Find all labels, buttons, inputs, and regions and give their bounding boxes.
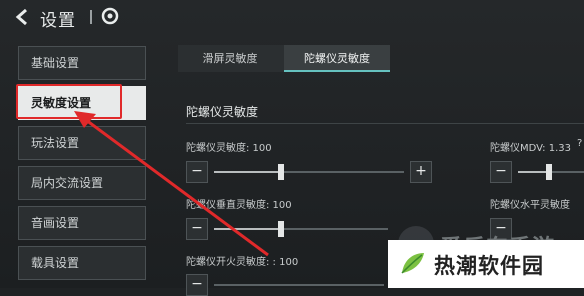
- settings-icon[interactable]: [101, 7, 119, 25]
- tab-gyro-sensitivity[interactable]: 陀螺仪灵敏度: [284, 45, 390, 72]
- gyro-fire-minus-button[interactable]: −: [186, 274, 208, 296]
- gyro-slider-thumb[interactable]: [278, 164, 284, 180]
- gyro-vertical-minus-button[interactable]: −: [186, 218, 208, 240]
- watermark-text: 热潮软件园: [434, 254, 544, 278]
- gyro-vertical-label: 陀螺仪垂直灵敏度: 100: [186, 200, 292, 211]
- gyro-vertical-slider-thumb[interactable]: [278, 221, 284, 237]
- gyro-slider-fill: [214, 171, 280, 173]
- sidebar-item-communication[interactable]: 局内交流设置: [18, 166, 146, 200]
- header-divider: [90, 10, 92, 24]
- page-title: 设置: [40, 11, 76, 31]
- gyro-fire-slider-track[interactable]: [214, 284, 384, 286]
- sidebar-item-label: 玩法设置: [31, 136, 80, 150]
- sidebar-item-vehicle[interactable]: 载具设置: [18, 246, 146, 280]
- gyro-horizontal-label: 陀螺仪水平灵敏度: [490, 200, 570, 211]
- gyro-sensitivity-label: 陀螺仪灵敏度: 100: [186, 143, 272, 154]
- tab-bar: 滑屏灵敏度 陀螺仪灵敏度: [178, 45, 390, 72]
- gyro-plus-button[interactable]: +: [410, 161, 432, 183]
- gyro-mdv-minus-button[interactable]: −: [490, 161, 512, 183]
- back-arrow-icon[interactable]: [14, 8, 32, 26]
- sidebar-item-label: 载具设置: [31, 256, 80, 270]
- tab-touch-sensitivity[interactable]: 滑屏灵敏度: [178, 45, 282, 72]
- sidebar-item-gameplay[interactable]: 玩法设置: [18, 126, 146, 160]
- section-divider: [186, 123, 584, 124]
- sidebar-item-label: 基础设置: [31, 56, 80, 70]
- gyro-mdv-label: 陀螺仪MDV: 1.33: [490, 143, 571, 154]
- sidebar-item-basic[interactable]: 基础设置: [18, 46, 146, 80]
- gyro-vertical-slider-fill: [214, 228, 280, 230]
- watermark-rechao: 热潮软件园: [388, 240, 584, 288]
- sidebar-item-label: 局内交流设置: [31, 176, 104, 190]
- gyro-minus-button[interactable]: −: [186, 161, 208, 183]
- watermark-leaf-icon: [401, 253, 424, 274]
- section-title: 陀螺仪灵敏度: [186, 105, 259, 119]
- annotation-highlight-box: [16, 84, 122, 119]
- sidebar-item-label: 音画设置: [31, 216, 80, 230]
- header: 设置: [0, 0, 584, 34]
- gyro-fire-label: 陀螺仪开火灵敏度: : 100: [186, 257, 299, 268]
- gyro-mdv-slider-thumb[interactable]: [546, 164, 552, 180]
- gyro-mdv-slider-fill: [518, 171, 546, 173]
- sidebar-item-audio-video[interactable]: 音画设置: [18, 206, 146, 240]
- help-icon[interactable]: ?: [577, 138, 582, 149]
